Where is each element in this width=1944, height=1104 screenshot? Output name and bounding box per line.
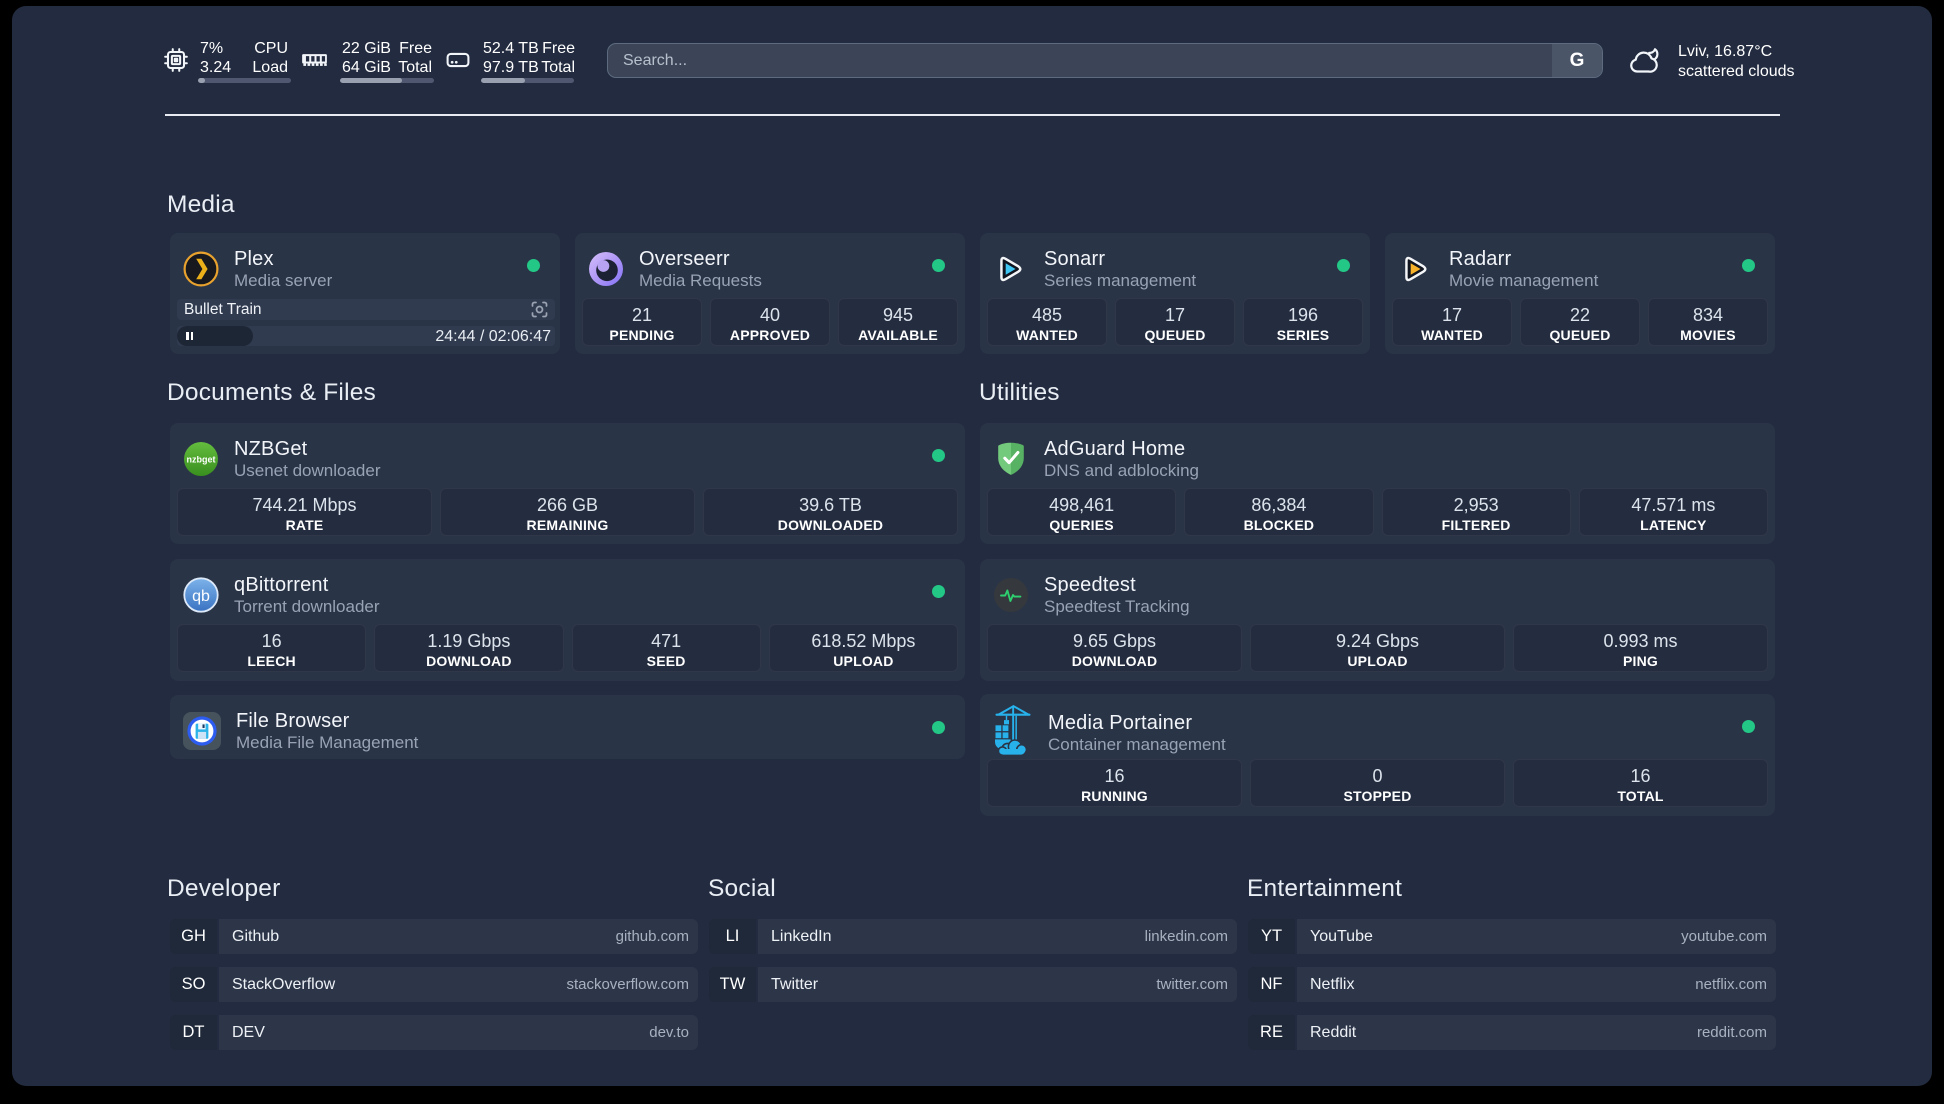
svg-text:qb: qb: [192, 588, 210, 605]
svg-text:nzbget: nzbget: [187, 454, 216, 464]
